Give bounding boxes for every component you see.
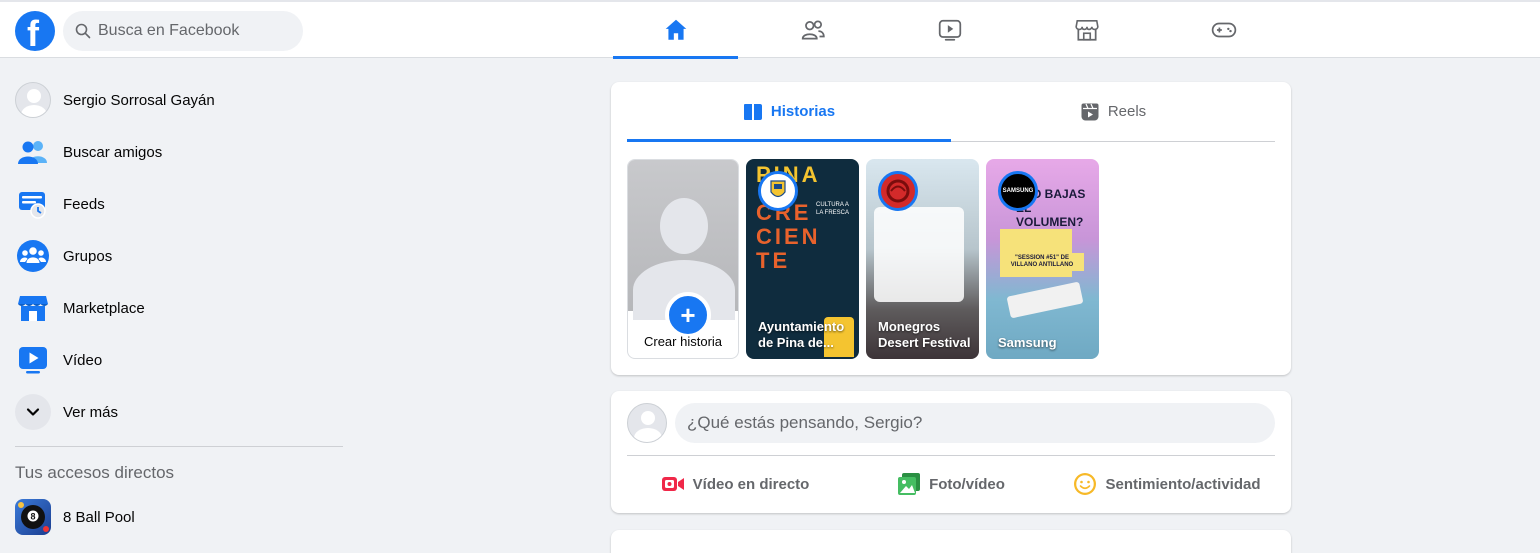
home-icon	[665, 19, 686, 40]
feed-post-card	[611, 530, 1291, 553]
sidebar-item-label: Marketplace	[63, 299, 145, 317]
sidebar-item-marketplace[interactable]: Marketplace	[0, 282, 360, 334]
gaming-icon	[1211, 22, 1236, 38]
story-avatar	[758, 171, 798, 211]
story-poster-subtitle: CULTURA A LA FRESCA	[816, 202, 850, 216]
tab-marketplace[interactable]	[1024, 2, 1149, 58]
sidebar-item-feeds[interactable]: Feeds	[0, 178, 360, 230]
chevron-down-icon	[15, 394, 51, 430]
feeling-activity-button[interactable]: Sentimiento/actividad	[1059, 456, 1275, 512]
photo-icon	[898, 473, 921, 495]
sidebar-shortcut-8-ball-pool[interactable]: 8 8 Ball Pool	[0, 491, 360, 543]
search-input[interactable]	[98, 22, 288, 40]
svg-text:8: 8	[30, 512, 35, 522]
feeling-activity-label: Sentimiento/actividad	[1105, 475, 1261, 493]
sidebar-item-groups[interactable]: Grupos	[0, 230, 360, 282]
marketplace-icon	[1074, 19, 1099, 41]
story-name: Samsung	[998, 335, 1057, 350]
sidebar-item-label: 8 Ball Pool	[63, 508, 135, 526]
watch-icon	[938, 19, 961, 41]
friends-icon	[801, 20, 825, 40]
video-icon	[15, 342, 51, 378]
facebook-logo-icon[interactable]: f	[15, 11, 55, 51]
story-poster-line: TE	[756, 248, 791, 273]
left-sidebar: Sergio Sorrosal Gayán Buscar amigos Feed…	[0, 74, 360, 543]
story-name: Monegros Desert Festival	[878, 319, 971, 350]
live-video-label: Vídeo en directo	[692, 475, 810, 493]
story-card[interactable]: PINA CRE CIEN TE CULTURA A LA FRESCA Ayu…	[746, 159, 859, 359]
post-composer-card: ¿Qué estás pensando, Sergio? Vídeo en di…	[611, 391, 1291, 513]
avatar[interactable]	[627, 403, 667, 443]
feeds-icon	[15, 186, 51, 222]
sidebar-item-label: Grupos	[63, 247, 113, 265]
stories-icon	[743, 103, 762, 120]
top-navigation-bar: f	[0, 0, 1540, 59]
tab-reels-label: Reels	[1107, 103, 1147, 120]
story-poster-line: CIEN	[756, 224, 821, 249]
sidebar-item-label: Vídeo	[63, 351, 103, 369]
story-avatar: SAMSUNG	[998, 171, 1038, 211]
main-nav-tabs	[613, 2, 1298, 59]
sidebar-item-find-friends[interactable]: Buscar amigos	[0, 126, 360, 178]
stories-card: Historias Reels + Crear historia PINA CR…	[611, 82, 1291, 375]
sidebar-item-label: Ver más	[63, 403, 119, 421]
sidebar-item-label: Feeds	[63, 195, 105, 213]
create-story-label: Crear historia	[643, 334, 723, 349]
sidebar-item-video[interactable]: Vídeo	[0, 334, 360, 386]
marketplace-icon	[15, 290, 51, 326]
friends-icon	[15, 134, 51, 170]
groups-icon	[15, 238, 51, 274]
story-avatar	[878, 171, 918, 211]
tab-stories[interactable]: Historias	[627, 82, 951, 142]
sidebar-item-see-more[interactable]: Ver más	[0, 386, 360, 438]
stories-row: + Crear historia PINA CRE CIEN TE CULTUR…	[627, 159, 1106, 359]
tab-friends[interactable]	[750, 2, 875, 58]
live-video-button[interactable]: Vídeo en directo	[627, 456, 843, 512]
story-poster-card	[1006, 281, 1084, 319]
create-story-card[interactable]: + Crear historia	[627, 159, 739, 359]
search-box[interactable]	[63, 11, 303, 51]
stories-tabs: Historias Reels	[627, 82, 1275, 142]
photo-video-label: Foto/vídeo	[929, 475, 1005, 493]
tab-home[interactable]	[613, 2, 738, 59]
avatar	[15, 82, 51, 118]
sidebar-item-label: Sergio Sorrosal Gayán	[63, 91, 215, 109]
story-screenshot-panel	[874, 207, 964, 302]
whats-on-your-mind-input[interactable]: ¿Qué estás pensando, Sergio?	[675, 403, 1275, 443]
feeling-icon	[1074, 473, 1097, 495]
tab-gaming[interactable]	[1161, 2, 1286, 58]
sidebar-item-label: Buscar amigos	[63, 143, 163, 161]
plus-icon[interactable]: +	[665, 292, 711, 338]
8-ball-pool-icon: 8	[15, 499, 51, 535]
tab-reels[interactable]: Reels	[951, 82, 1275, 141]
reels-icon	[1081, 103, 1099, 120]
photo-video-button[interactable]: Foto/vídeo	[843, 456, 1059, 512]
tab-watch[interactable]	[887, 2, 1012, 58]
samsung-logo-text: SAMSUNG	[1002, 188, 1034, 194]
sidebar-item-profile[interactable]: Sergio Sorrosal Gayán	[0, 74, 360, 126]
shortcuts-title: Tus accesos directos	[15, 463, 175, 482]
profile-photo-placeholder	[628, 160, 738, 320]
tab-stories-label: Historias	[770, 103, 836, 120]
story-name: Ayuntamiento de Pina de...	[758, 319, 845, 350]
live-video-icon	[661, 477, 684, 491]
story-card[interactable]: Monegros Desert Festival	[866, 159, 979, 359]
story-card[interactable]: ¿NO BAJAS EL VOLUMEN? "SESSION #51" DE V…	[986, 159, 1099, 359]
composer-placeholder: ¿Qué estás pensando, Sergio?	[687, 413, 923, 432]
search-icon	[75, 23, 91, 39]
story-poster-badge: "SESSION #51" DE VILLANO ANTILLANO	[1000, 253, 1084, 271]
